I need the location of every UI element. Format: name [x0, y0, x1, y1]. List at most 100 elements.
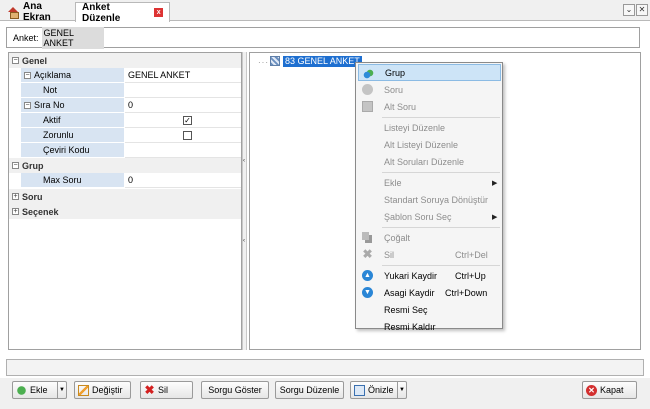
expand-icon[interactable]: +: [12, 208, 19, 215]
property-row-aciklama[interactable]: − Açıklama GENEL ANKET: [9, 68, 241, 83]
preview-icon: [354, 384, 365, 396]
panel-splitter[interactable]: ‹ ‹: [242, 52, 247, 350]
ekle-button[interactable]: Ekle ▼: [12, 381, 67, 399]
button-label: Sil: [158, 385, 169, 395]
menu-item-label: Asagi Kaydir: [384, 287, 435, 298]
property-value[interactable]: [125, 83, 241, 98]
home-icon: [8, 6, 19, 19]
menu-item-sil[interactable]: ✖ Sil Ctrl+Del: [358, 246, 501, 263]
category-label: Grup: [22, 160, 44, 171]
menu-item-listeyi-duzenle[interactable]: Listeyi Düzenle: [358, 119, 501, 136]
kapat-button[interactable]: ✕ Kapat: [582, 381, 637, 399]
category-soru[interactable]: + Soru: [9, 189, 241, 204]
property-label: Sıra No: [34, 100, 65, 110]
button-label: Önizle: [368, 385, 394, 395]
property-value[interactable]: [125, 143, 241, 158]
anket-label: Anket:: [13, 32, 39, 43]
property-row-ceviri-kodu[interactable]: Çeviri Kodu: [9, 143, 241, 158]
menu-item-resmi-sec[interactable]: Resmi Seç: [358, 301, 501, 318]
menu-item-label: Standart Soruya Dönüştür: [384, 194, 489, 205]
tab-ana-ekran[interactable]: Ana Ekran: [2, 1, 74, 23]
copy-icon: [362, 232, 373, 243]
property-row-max-soru[interactable]: Max Soru 0: [9, 173, 241, 188]
submenu-arrow-icon: ▶: [492, 213, 498, 221]
button-label: Kapat: [600, 385, 624, 395]
onizle-button[interactable]: Önizle ▼: [350, 381, 407, 399]
collapse-icon[interactable]: −: [24, 71, 31, 79]
tab-label: Anket Düzenle: [82, 1, 121, 24]
expand-icon[interactable]: +: [12, 193, 19, 200]
menu-separator: [382, 117, 500, 118]
menu-item-resmi-kaldir[interactable]: Resmi Kaldır: [358, 318, 501, 335]
chevron-left-icon[interactable]: ‹: [243, 158, 246, 164]
menu-item-label: Alt Soru: [384, 101, 417, 112]
tab-anket-duzenle[interactable]: Anket Düzenle x: [75, 1, 170, 24]
menu-item-label: Resmi Seç: [384, 304, 428, 315]
button-label: Sorgu Düzenle: [279, 385, 340, 395]
menu-item-ekle[interactable]: Ekle ▶: [358, 174, 501, 191]
close-tab-icon[interactable]: x: [154, 8, 163, 17]
category-secenek[interactable]: + Seçenek: [9, 204, 241, 219]
tree-connector: ···: [258, 58, 269, 67]
context-menu: Grup Soru Alt Soru Listeyi Düzenle Alt L…: [355, 62, 503, 332]
dropdown-arrow-icon[interactable]: ▼: [397, 382, 406, 398]
property-row-aktif[interactable]: Aktif ✓: [9, 113, 241, 128]
menu-item-standart-soruya-donustur[interactable]: Standart Soruya Dönüştür: [358, 191, 501, 208]
category-label: Seçenek: [22, 206, 59, 217]
subquestion-icon: [362, 101, 373, 112]
close-window-icon[interactable]: ✕: [636, 4, 648, 16]
add-icon: [16, 384, 27, 396]
category-genel[interactable]: − Genel: [9, 53, 241, 68]
collapse-icon[interactable]: −: [12, 57, 19, 64]
menu-item-asagi-kaydir[interactable]: ▼ Asagi Kaydir Ctrl+Down: [358, 284, 501, 301]
menu-separator: [382, 265, 500, 266]
property-value[interactable]: 0: [125, 98, 241, 113]
property-name: − Açıklama: [21, 68, 124, 83]
property-row-not[interactable]: Not: [9, 83, 241, 98]
button-label: Sorgu Göster: [208, 385, 262, 395]
property-name: Max Soru: [21, 173, 124, 188]
status-bar: [6, 359, 644, 376]
property-value[interactable]: GENEL ANKET: [125, 68, 241, 83]
question-icon: [362, 84, 373, 95]
category-label: Genel: [22, 55, 48, 66]
property-value: ✓: [125, 113, 241, 128]
chevron-down-icon[interactable]: ⌄: [623, 4, 635, 16]
chevron-left-icon[interactable]: ‹: [243, 238, 246, 244]
menu-item-alt-soru[interactable]: Alt Soru: [358, 98, 501, 115]
dropdown-arrow-icon[interactable]: ▼: [57, 382, 66, 398]
sil-button[interactable]: ✖ Sil: [140, 381, 193, 399]
property-name: Çeviri Kodu: [21, 143, 124, 158]
arrow-down-icon: ▼: [362, 287, 373, 298]
category-grup[interactable]: − Grup: [9, 158, 241, 173]
menu-item-grup[interactable]: Grup: [358, 64, 501, 81]
menu-item-soru[interactable]: Soru: [358, 81, 501, 98]
aktif-checkbox[interactable]: ✓: [183, 116, 192, 125]
tree-node[interactable]: 83 GENEL ANKET: [270, 55, 362, 67]
button-label: Ekle: [30, 385, 48, 395]
zorunlu-checkbox[interactable]: [183, 131, 192, 140]
menu-item-yukari-kaydir[interactable]: ▲ Yukari Kaydir Ctrl+Up: [358, 267, 501, 284]
sorgu-duzenle-button[interactable]: Sorgu Düzenle: [275, 381, 344, 399]
menu-item-label: Şablon Soru Seç: [384, 211, 452, 222]
collapse-icon[interactable]: −: [24, 101, 31, 109]
property-name: Aktif: [21, 113, 124, 128]
collapse-icon[interactable]: −: [12, 162, 19, 169]
menu-item-cogalt[interactable]: Çoğalt: [358, 229, 501, 246]
property-name: Not: [21, 83, 124, 98]
menu-item-label: Ekle: [384, 177, 402, 188]
menu-item-label: Listeyi Düzenle: [384, 122, 446, 133]
delete-icon: ✖: [362, 247, 373, 261]
close-icon: ✕: [586, 384, 597, 396]
survey-node-icon: [270, 56, 280, 66]
group-icon: [363, 68, 374, 79]
property-value[interactable]: 0: [125, 173, 241, 188]
menu-item-sablon-soru-sec[interactable]: Şablon Soru Seç ▶: [358, 208, 501, 225]
menu-item-alt-listeyi-duzenle[interactable]: Alt Listeyi Düzenle: [358, 136, 501, 153]
property-label: Açıklama: [34, 70, 72, 80]
sorgu-goster-button[interactable]: Sorgu Göster: [201, 381, 269, 399]
property-row-zorunlu[interactable]: Zorunlu: [9, 128, 241, 143]
menu-item-alt-sorulari-duzenle[interactable]: Alt Soruları Düzenle: [358, 153, 501, 170]
degistir-button[interactable]: Değiştir: [74, 381, 131, 399]
property-row-sira-no[interactable]: − Sıra No 0: [9, 98, 241, 113]
